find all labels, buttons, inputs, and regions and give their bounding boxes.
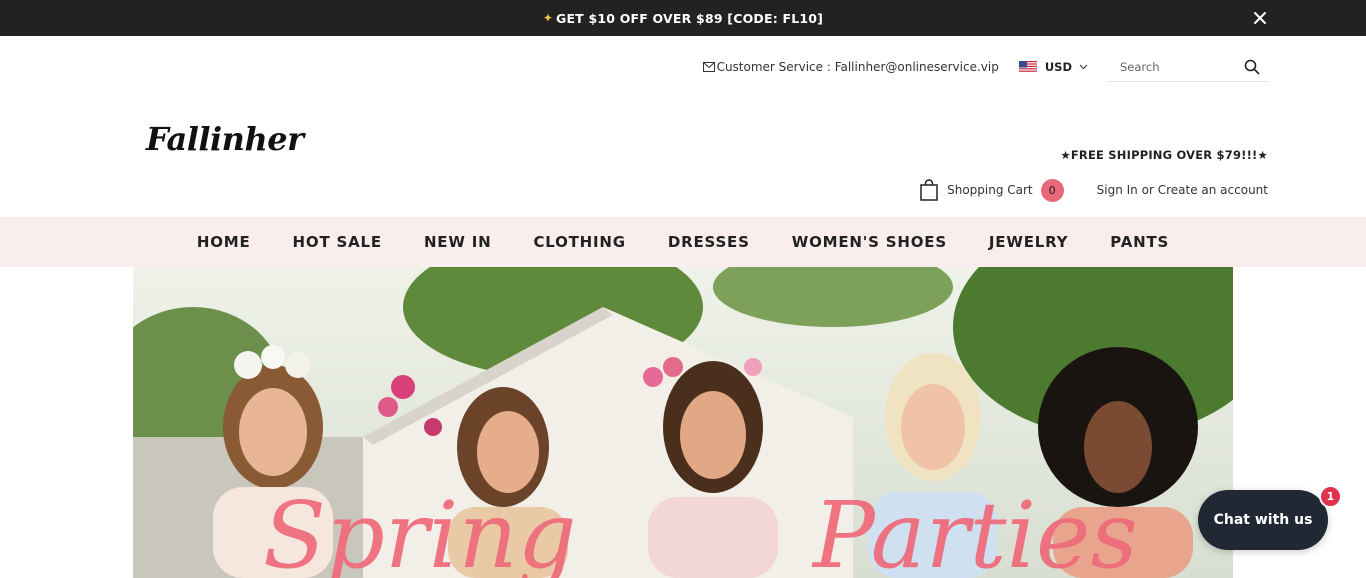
chevron-down-icon — [1079, 64, 1088, 70]
nav-item-dresses[interactable]: DRESSES — [668, 233, 750, 251]
or-text: or — [1141, 183, 1154, 197]
close-icon[interactable] — [1250, 8, 1270, 28]
main-navigation: HOME HOT SALE NEW IN CLOTHING DRESSES WO… — [0, 217, 1366, 267]
cart-label: Shopping Cart — [947, 183, 1033, 197]
cart-account-row: Shopping Cart 0 Sign In or Create an acc… — [920, 176, 1268, 204]
hero-script-left: Spring — [263, 482, 576, 578]
announcement-text: GET $10 OFF OVER $89 [CODE: FL10] — [555, 10, 824, 26]
us-flag-icon — [1018, 61, 1037, 73]
currency-code: USD — [1044, 60, 1072, 74]
nav-item-womens-shoes[interactable]: WOMEN'S SHOES — [792, 233, 947, 251]
shopping-cart-link[interactable]: Shopping Cart 0 — [920, 178, 1064, 202]
nav-item-clothing[interactable]: CLOTHING — [533, 233, 625, 251]
hero-image: Spring Parties — [133, 267, 1233, 578]
sign-in-link[interactable]: Sign In — [1097, 183, 1138, 197]
nav-item-jewelry[interactable]: JEWELRY — [989, 233, 1068, 251]
chat-notification-badge: 1 — [1319, 485, 1342, 508]
create-account-link[interactable]: Create an account — [1158, 183, 1268, 197]
search-box — [1108, 52, 1268, 82]
search-icon[interactable] — [1244, 59, 1260, 80]
free-shipping-banner: ★FREE SHIPPING OVER $79!!!★ — [1060, 148, 1268, 162]
announcement-bar: ✦ GET $10 OFF OVER $89 [CODE: FL10] — [0, 0, 1366, 36]
sparkle-icon: ✦ — [542, 11, 553, 25]
top-utility-bar: Customer Service : Fallinher@onlineservi… — [702, 52, 1268, 82]
nav-item-new-in[interactable]: NEW IN — [424, 233, 492, 251]
hero-banner[interactable]: Spring Parties — [133, 267, 1233, 578]
mail-icon — [702, 62, 715, 72]
nav-item-home[interactable]: HOME — [197, 233, 251, 251]
customer-service[interactable]: Customer Service : Fallinher@onlineservi… — [702, 60, 999, 74]
cart-count-badge: 0 — [1040, 178, 1064, 202]
nav-item-pants[interactable]: PANTS — [1110, 233, 1169, 251]
hero-script-right: Parties — [811, 482, 1138, 578]
chat-button[interactable]: Chat with us — [1198, 490, 1328, 550]
currency-selector[interactable]: USD — [1018, 60, 1088, 74]
nav-item-hot-sale[interactable]: HOT SALE — [293, 233, 382, 251]
chat-label: Chat with us — [1213, 512, 1313, 528]
search-input[interactable] — [1120, 59, 1240, 74]
account-links: Sign In or Create an account — [1097, 183, 1268, 197]
shopping-bag-icon — [920, 179, 938, 201]
site-logo[interactable]: Fallinher — [146, 120, 304, 158]
customer-service-text: Customer Service : Fallinher@onlineservi… — [716, 60, 999, 74]
